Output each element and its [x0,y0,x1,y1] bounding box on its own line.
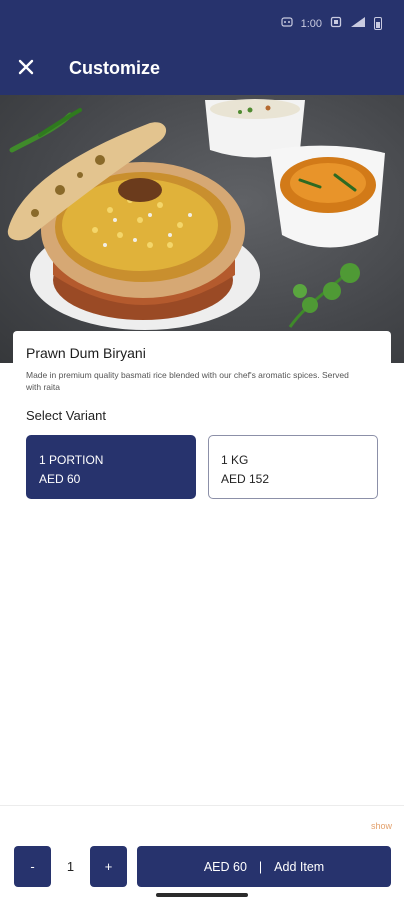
status-time: 1:00 [300,17,322,30]
status-bar: 1:00 [280,16,382,31]
page-title: Customize [69,58,161,78]
item-name: Prawn Dum Biryani [26,345,146,361]
biryani-photo-illustration [7,99,385,330]
variant-option-1-kg[interactable]: 1 KG AED 152 [208,435,378,499]
dish-image [0,95,404,363]
variant-name: 1 PORTION [39,453,104,467]
sim-icon [330,16,342,31]
variant-option-1-portion[interactable]: 1 PORTION AED 60 [26,435,196,499]
close-icon [18,59,34,75]
variant-price: AED 152 [221,472,270,486]
close-button[interactable] [12,53,40,81]
footer-divider [0,805,404,806]
increase-quantity-button[interactable]: + [90,846,127,887]
variant-section-label: Select Variant [26,408,106,423]
variant-options: 1 PORTION AED 60 1 KG AED 152 [26,435,378,499]
add-item-label: Add Item [274,859,325,874]
item-description: Made in premium quality basmati rice ble… [26,370,349,392]
variant-price: AED 60 [39,472,81,486]
variant-name: 1 KG [221,453,249,467]
decrease-quantity-button[interactable]: - [14,846,51,887]
home-indicator [156,893,248,897]
signal-icon [350,16,366,31]
show-link[interactable]: show [371,821,392,831]
add-item-separator: | [258,859,263,874]
quantity-value: 1 [66,859,75,874]
add-item-button[interactable]: AED 60 | Add Item [137,846,391,887]
item-details-card: Prawn Dum Biryani Made in premium qualit… [13,331,391,503]
add-item-price: AED 60 [203,859,247,874]
battery-icon [374,17,382,30]
notification-icon [280,16,293,31]
app-header: 1:00 Customize [0,0,404,95]
